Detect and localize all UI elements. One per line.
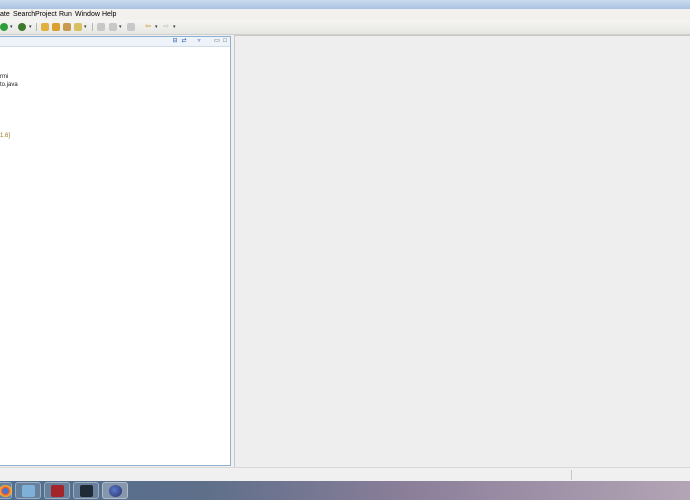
status-separator [571,470,572,480]
os-taskbar [0,481,690,500]
menu-navigate[interactable]: ate [0,10,10,19]
dropdown-icon[interactable]: ▾ [119,24,122,30]
annotation-icon[interactable] [109,23,117,31]
bug-icon[interactable] [18,23,26,31]
eclipse-icon [109,485,122,497]
taskbar-button-eclipse[interactable] [102,482,128,499]
view-menu-icon[interactable]: ▿ [196,38,202,44]
taskbar-button-explorer[interactable] [15,482,41,499]
annotation-icon[interactable] [97,23,105,31]
view-header: ⊟ ⇄ ▿ ▭ □ [0,37,230,47]
taskbar-button-steam[interactable] [73,482,99,499]
run-icon[interactable] [0,23,8,31]
tree-item[interactable]: to.java [0,82,18,89]
tree-item[interactable]: rmi [0,74,8,81]
chrome-icon [0,485,12,497]
open-folder-icon[interactable] [41,23,49,31]
steam-icon [80,485,93,497]
annotation-icon[interactable] [127,23,135,31]
window-title-bar [0,0,690,9]
toolbar-separator [92,23,93,31]
maximize-icon[interactable]: □ [222,38,228,44]
dropdown-icon[interactable]: ▾ [173,24,176,30]
menu-window[interactable]: Window [75,10,100,19]
package-explorer-view: ⊟ ⇄ ▿ ▭ □ rmi to.java 1.6] [0,36,231,466]
editor-area [234,35,690,467]
dropdown-icon[interactable]: ▾ [84,24,87,30]
menu-search[interactable]: Search [13,10,35,19]
main-toolbar: ▾ ▾ ▾ ▾ ⇦ ▾ ⇨ ▾ [0,20,690,35]
link-with-editor-icon[interactable]: ⇄ [181,38,187,44]
dropdown-icon[interactable]: ▾ [29,24,32,30]
menu-help[interactable]: Help [102,10,116,19]
taskbar-button-chrome[interactable] [0,482,12,499]
explorer-icon [22,485,35,497]
toolbar-separator [36,23,37,31]
dropdown-icon[interactable]: ▾ [155,24,158,30]
open-folder-icon[interactable] [52,23,60,31]
application-icon [51,485,64,497]
forward-icon[interactable]: ⇨ [162,23,170,31]
open-type-icon[interactable] [63,23,71,31]
dropdown-icon[interactable]: ▾ [10,24,13,30]
tree-item[interactable]: 1.6] [0,133,10,140]
status-bar [0,467,690,482]
menu-run[interactable]: Run [59,10,72,19]
back-icon[interactable]: ⇦ [144,23,152,31]
taskbar-button-app[interactable] [44,482,70,499]
collapse-all-icon[interactable]: ⊟ [172,38,178,44]
menu-project[interactable]: Project [35,10,57,19]
wand-icon[interactable] [74,23,82,31]
minimize-icon[interactable]: ▭ [214,38,220,44]
